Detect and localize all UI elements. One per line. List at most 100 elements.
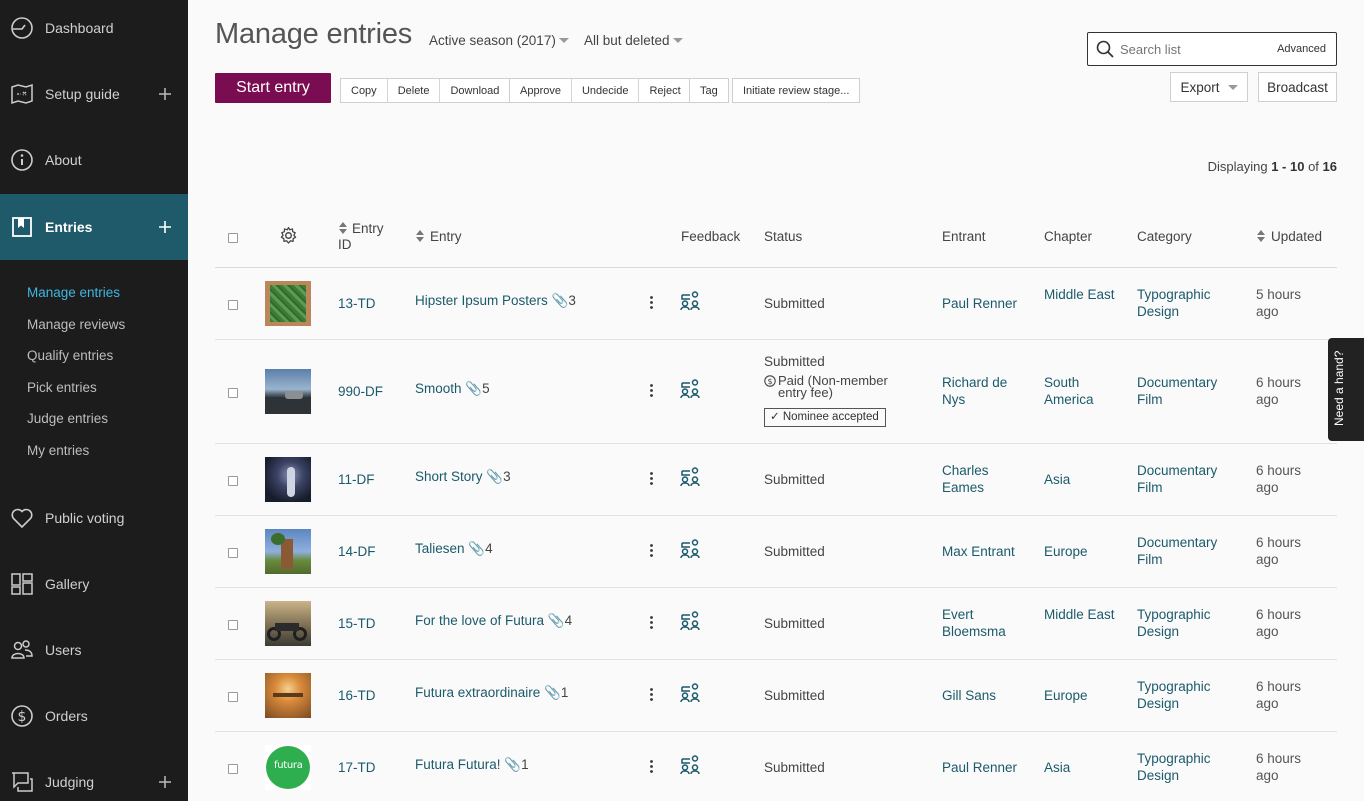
- entry-id[interactable]: 990-DF: [338, 383, 383, 400]
- plus-icon[interactable]: [159, 88, 171, 100]
- feedback-icon[interactable]: [680, 467, 700, 487]
- more-options-icon[interactable]: [650, 384, 653, 397]
- sidebar-sub-my-entries[interactable]: My entries: [27, 443, 89, 458]
- table-row[interactable]: 13-TD Hipster Ipsum Posters 📎3 Submitted…: [215, 268, 1337, 339]
- more-options-icon[interactable]: [650, 472, 653, 485]
- table-row[interactable]: 14-DF Taliesen 📎4 Submitted Max Entrant …: [215, 516, 1337, 587]
- row-checkbox[interactable]: [228, 300, 238, 310]
- advanced-search-link[interactable]: Advanced: [1277, 43, 1326, 55]
- feedback-icon[interactable]: [680, 611, 700, 631]
- entry-title[interactable]: Taliesen: [415, 541, 465, 556]
- row-checkbox[interactable]: [228, 692, 238, 702]
- help-tab[interactable]: Need a hand?: [1328, 338, 1364, 441]
- entry-id[interactable]: 15-TD: [338, 615, 376, 632]
- tag-button[interactable]: Tag: [690, 79, 728, 102]
- chapter-name: South America: [1044, 375, 1094, 407]
- entrant-name[interactable]: Max Entrant: [942, 543, 1037, 560]
- entrant-name[interactable]: Paul Renner: [942, 295, 1032, 312]
- entrant-name[interactable]: Gill Sans: [942, 687, 1032, 704]
- entry-id[interactable]: 13-TD: [338, 295, 376, 312]
- broadcast-button[interactable]: Broadcast: [1258, 72, 1337, 102]
- updated-time: 6 hours ago: [1256, 463, 1302, 495]
- entry-id[interactable]: 17-TD: [338, 759, 376, 776]
- entrant-name[interactable]: Paul Renner: [942, 759, 1032, 776]
- chapter-name: Middle East: [1044, 287, 1115, 302]
- entry-title[interactable]: Hipster Ipsum Posters: [415, 293, 548, 308]
- copy-button[interactable]: Copy: [341, 79, 388, 102]
- download-button[interactable]: Download: [440, 79, 510, 102]
- column-entry-id[interactable]: Entry ID: [338, 221, 398, 253]
- gear-icon[interactable]: [279, 226, 298, 245]
- row-checkbox[interactable]: [228, 764, 238, 774]
- toolbar-group-file: Copy Delete Download: [340, 78, 511, 103]
- search-input[interactable]: [1120, 39, 1260, 59]
- more-options-icon[interactable]: [650, 296, 653, 309]
- sidebar-item-orders[interactable]: $ Orders: [0, 683, 188, 749]
- entry-title[interactable]: Futura Futura!: [415, 757, 501, 772]
- entry-title[interactable]: Short Story: [415, 469, 483, 484]
- table-row[interactable]: futura 17-TD Futura Futura! 📎1 Submitted…: [215, 732, 1337, 801]
- start-entry-button[interactable]: Start entry: [215, 73, 331, 103]
- initiate-review-button[interactable]: Initiate review stage...: [733, 79, 860, 102]
- column-entry[interactable]: Entry: [430, 229, 462, 244]
- row-checkbox[interactable]: [228, 476, 238, 486]
- table-row[interactable]: 990-DF Smooth 📎5 Submitted $ Paid (Non-m…: [215, 340, 1337, 443]
- select-all-checkbox[interactable]: [228, 233, 238, 243]
- table-row[interactable]: 11-DF Short Story 📎3 Submitted Charles E…: [215, 444, 1337, 515]
- more-options-icon[interactable]: [650, 544, 653, 557]
- export-button[interactable]: Export: [1170, 72, 1248, 102]
- row-checkbox[interactable]: [228, 548, 238, 558]
- sidebar-item-entries[interactable]: Entries: [0, 194, 188, 260]
- table-row[interactable]: 16-TD Futura extraordinaire 📎1 Submitted…: [215, 660, 1337, 731]
- undecide-button[interactable]: Undecide: [571, 79, 640, 102]
- entry-title[interactable]: Futura extraordinaire: [415, 685, 540, 700]
- entry-title[interactable]: Smooth: [415, 381, 462, 396]
- more-options-icon[interactable]: [650, 688, 653, 701]
- sidebar-sub-manage-reviews[interactable]: Manage reviews: [27, 317, 125, 332]
- deleted-filter-dropdown[interactable]: All but deleted: [584, 33, 683, 48]
- entry-id[interactable]: 11-DF: [338, 471, 375, 488]
- sidebar-item-judging[interactable]: Judging: [0, 749, 188, 801]
- sort-icon[interactable]: [416, 230, 424, 242]
- entry-id[interactable]: 16-TD: [338, 687, 376, 704]
- entrant-name[interactable]: Evert Bloemsma: [942, 606, 1032, 640]
- feedback-icon[interactable]: [680, 379, 700, 399]
- row-checkbox[interactable]: [228, 620, 238, 630]
- feedback-icon[interactable]: [680, 683, 700, 703]
- entrant-name[interactable]: Charles Eames: [942, 462, 1032, 496]
- delete-button[interactable]: Delete: [387, 79, 441, 102]
- sidebar-item-gallery[interactable]: Gallery: [0, 551, 188, 617]
- sidebar: Dashboard Setup guide About Entries Mana…: [0, 0, 188, 801]
- season-filter-dropdown[interactable]: Active season (2017): [429, 33, 569, 48]
- column-updated[interactable]: Updated: [1271, 229, 1322, 244]
- plus-icon[interactable]: [159, 776, 171, 788]
- feedback-icon[interactable]: [680, 291, 700, 311]
- entry-id[interactable]: 14-DF: [338, 543, 376, 560]
- sidebar-sub-qualify-entries[interactable]: Qualify entries: [27, 348, 113, 363]
- sidebar-sub-pick-entries[interactable]: Pick entries: [27, 380, 97, 395]
- reject-button[interactable]: Reject: [639, 79, 691, 102]
- sidebar-item-about[interactable]: About: [0, 127, 188, 193]
- more-options-icon[interactable]: [650, 760, 653, 773]
- toolbar-group-tag: Tag: [689, 78, 729, 103]
- more-options-icon[interactable]: [650, 616, 653, 629]
- toolbar-group-review: Initiate review stage...: [732, 78, 861, 103]
- entry-title[interactable]: For the love of Futura: [415, 613, 544, 628]
- sidebar-item-public-voting[interactable]: Public voting: [0, 485, 188, 551]
- sort-icon[interactable]: [1257, 230, 1265, 242]
- table-row[interactable]: 15-TD For the love of Futura 📎4 Submitte…: [215, 588, 1337, 659]
- sidebar-item-users[interactable]: Users: [0, 617, 188, 683]
- sidebar-item-setup-guide[interactable]: Setup guide: [0, 61, 188, 127]
- sidebar-sub-manage-entries[interactable]: Manage entries: [27, 285, 120, 300]
- gallery-icon: [11, 573, 33, 595]
- sidebar-sub-judge-entries[interactable]: Judge entries: [27, 411, 108, 426]
- svg-text:$: $: [18, 709, 27, 725]
- entrant-name[interactable]: Richard de Nys: [942, 374, 1032, 408]
- sidebar-item-dashboard[interactable]: Dashboard: [0, 0, 188, 61]
- approve-button[interactable]: Approve: [510, 79, 572, 102]
- feedback-icon[interactable]: [680, 755, 700, 775]
- row-checkbox[interactable]: [228, 388, 238, 398]
- feedback-icon[interactable]: [680, 539, 700, 559]
- plus-icon[interactable]: [159, 221, 171, 233]
- column-category: Category: [1137, 229, 1192, 244]
